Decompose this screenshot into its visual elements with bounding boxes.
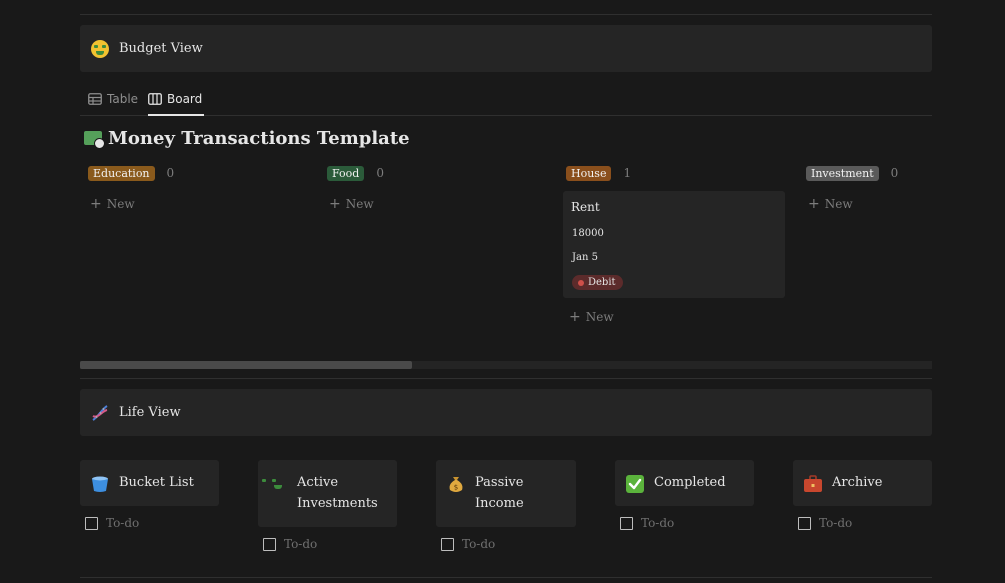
status-badge: Debit bbox=[572, 275, 623, 290]
todo-label: To-do bbox=[284, 537, 318, 551]
column-tag[interactable]: Food bbox=[327, 165, 365, 181]
column-tag[interactable]: House bbox=[566, 165, 612, 181]
column-tag[interactable]: Education bbox=[88, 165, 155, 181]
todo-item[interactable]: To-do bbox=[263, 537, 317, 551]
dna-icon bbox=[90, 403, 110, 423]
money-mouth-face-icon bbox=[90, 39, 110, 59]
board-icon bbox=[148, 93, 162, 105]
life-view-callout[interactable]: Life View bbox=[80, 389, 932, 436]
todo-label: To-do bbox=[462, 537, 496, 551]
column-tag[interactable]: Investment bbox=[806, 165, 879, 181]
column-count: 0 bbox=[166, 166, 175, 180]
card-title: Archive bbox=[832, 475, 883, 490]
board-column-investment: Investment 0 bbox=[806, 164, 898, 182]
bucket-icon bbox=[90, 474, 110, 494]
budget-view-callout[interactable]: Budget View bbox=[80, 25, 932, 72]
todo-label: To-do bbox=[106, 516, 140, 530]
new-label: New bbox=[106, 197, 135, 211]
money-mouth-face-icon bbox=[268, 474, 288, 494]
status-dot bbox=[578, 279, 584, 286]
todo-item[interactable]: To-do bbox=[620, 516, 674, 530]
briefcase-icon bbox=[803, 474, 823, 494]
card-title: Passive Income bbox=[475, 472, 524, 514]
life-card-archive[interactable]: Archive bbox=[793, 460, 932, 506]
new-label: New bbox=[585, 310, 614, 324]
life-card-passive-income[interactable]: $ Passive Income bbox=[436, 460, 576, 527]
card-title: Active Investments bbox=[297, 472, 378, 514]
card-amount: 18000 bbox=[572, 228, 604, 239]
plus-icon: + bbox=[90, 196, 102, 212]
todo-label: To-do bbox=[641, 516, 675, 530]
tab-board[interactable]: Board bbox=[148, 84, 205, 116]
tab-table[interactable]: Table bbox=[88, 84, 138, 114]
card-title-line: Active bbox=[297, 475, 339, 490]
plus-icon: + bbox=[808, 196, 820, 212]
view-tabs: Table Board bbox=[80, 84, 932, 116]
scrollbar-thumb[interactable] bbox=[80, 361, 413, 369]
card-date: Jan 5 bbox=[572, 252, 598, 263]
card-title: Rent bbox=[571, 200, 600, 214]
life-card-completed[interactable]: Completed bbox=[615, 460, 754, 506]
checkbox[interactable] bbox=[798, 516, 811, 530]
top-divider bbox=[80, 14, 932, 15]
todo-item[interactable]: To-do bbox=[798, 516, 852, 530]
board-column-education: Education 0 bbox=[88, 164, 174, 182]
tab-board-label: Board bbox=[167, 92, 203, 106]
new-label: New bbox=[345, 197, 374, 211]
section-divider bbox=[80, 378, 932, 379]
new-card-button[interactable]: + New bbox=[90, 196, 135, 212]
table-icon bbox=[88, 93, 102, 105]
money-with-wings-icon bbox=[84, 131, 105, 149]
life-card-bucket-list[interactable]: Bucket List bbox=[80, 460, 219, 506]
status-label: Debit bbox=[588, 277, 616, 288]
svg-text:$: $ bbox=[454, 484, 458, 492]
board-column-house: House 1 bbox=[566, 164, 631, 182]
checkbox[interactable] bbox=[263, 537, 276, 551]
checkbox[interactable] bbox=[85, 516, 98, 530]
checkbox[interactable] bbox=[441, 537, 454, 551]
todo-item[interactable]: To-do bbox=[441, 537, 495, 551]
column-count: 1 bbox=[623, 166, 632, 180]
todo-label: To-do bbox=[819, 516, 853, 530]
plus-icon: + bbox=[329, 196, 341, 212]
money-bag-icon: $ bbox=[446, 474, 466, 494]
plus-icon: + bbox=[569, 309, 581, 325]
card-title-line: Investments bbox=[297, 496, 378, 511]
board-card-rent[interactable]: Rent 18000 Jan 5 Debit bbox=[563, 191, 785, 298]
card-title: Completed bbox=[654, 475, 726, 490]
board-column-food: Food 0 bbox=[327, 164, 384, 182]
new-card-button[interactable]: + New bbox=[569, 309, 614, 325]
life-view-title: Life View bbox=[119, 405, 181, 420]
bottom-divider bbox=[80, 577, 932, 578]
database-title[interactable]: Money Transactions Template bbox=[84, 126, 410, 150]
column-count: 0 bbox=[890, 166, 899, 180]
database-title-text: Money Transactions Template bbox=[108, 127, 410, 149]
card-title-line: Income bbox=[475, 496, 524, 511]
card-title-line: Passive bbox=[475, 475, 524, 490]
checkbox[interactable] bbox=[620, 516, 633, 530]
life-card-active-investments[interactable]: Active Investments bbox=[258, 460, 397, 527]
new-card-button[interactable]: + New bbox=[329, 196, 374, 212]
new-card-button[interactable]: + New bbox=[808, 196, 853, 212]
todo-item[interactable]: To-do bbox=[85, 516, 139, 530]
card-title: Bucket List bbox=[119, 475, 194, 490]
tab-table-label: Table bbox=[107, 92, 139, 106]
horizontal-scrollbar[interactable] bbox=[80, 361, 932, 369]
new-label: New bbox=[824, 197, 853, 211]
budget-view-title: Budget View bbox=[119, 41, 203, 56]
column-count: 0 bbox=[376, 166, 384, 180]
check-mark-icon bbox=[625, 474, 645, 494]
